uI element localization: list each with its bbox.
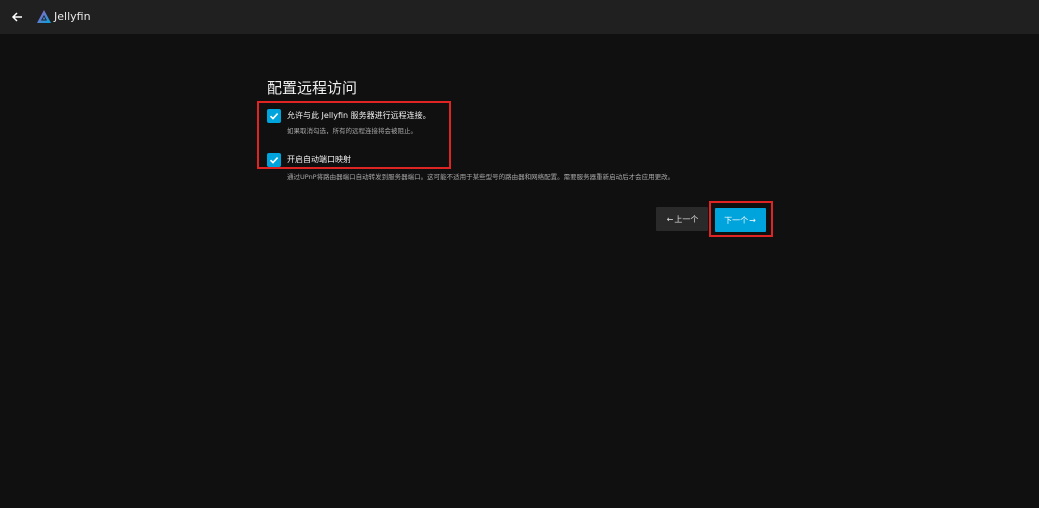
port-mapping-help: 通过UPnP将路由器端口自动转发到服务器端口。这可能不适用于某些型号的路由器和网…: [287, 173, 675, 181]
arrow-left-icon: [11, 12, 22, 22]
brand-name: Jellyfin: [54, 10, 91, 23]
highlight-box-options: [257, 101, 451, 169]
previous-button[interactable]: ← 上一个: [656, 207, 708, 231]
arrow-left-icon: ←: [666, 214, 674, 224]
jellyfin-logo-icon[interactable]: [36, 9, 52, 25]
back-button[interactable]: [7, 7, 27, 27]
highlight-box-next: [709, 201, 773, 237]
page-title: 配置远程访问: [267, 79, 358, 97]
previous-label: 上一个: [674, 214, 699, 224]
app-header: Jellyfin: [0, 0, 1039, 34]
